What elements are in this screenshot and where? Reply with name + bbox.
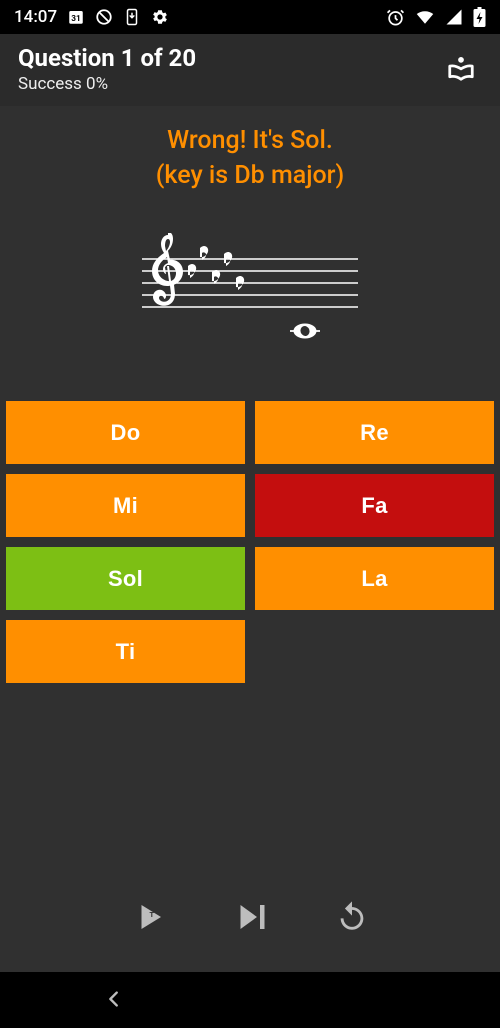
playback-controls: T bbox=[0, 873, 500, 944]
library-reader-icon bbox=[446, 71, 476, 86]
key-signature bbox=[188, 233, 244, 290]
status-bar-right bbox=[386, 7, 486, 27]
status-bar: 14:07 31 bbox=[0, 0, 500, 34]
settings-icon bbox=[151, 8, 169, 26]
answer-label: La bbox=[361, 566, 387, 592]
system-update-icon bbox=[123, 8, 141, 26]
wifi-icon bbox=[415, 8, 435, 26]
calendar-31-icon: 31 bbox=[67, 8, 85, 26]
app-bar: Question 1 of 20 Success 0% bbox=[0, 34, 500, 106]
answer-label: Re bbox=[360, 420, 389, 446]
svg-text:31: 31 bbox=[71, 14, 80, 24]
status-time: 14:07 bbox=[14, 7, 57, 27]
answer-label: Do bbox=[111, 420, 141, 446]
feedback-message: Wrong! It's Sol. (key is Db major) bbox=[0, 124, 500, 193]
replay-icon bbox=[335, 922, 369, 937]
play-icon: T bbox=[131, 923, 167, 938]
do-not-disturb-icon bbox=[95, 8, 113, 26]
answer-la[interactable]: La bbox=[255, 547, 494, 610]
answer-label: Fa bbox=[361, 493, 387, 519]
answer-ti[interactable]: Ti bbox=[6, 620, 245, 683]
play-button[interactable]: T bbox=[125, 893, 173, 944]
status-bar-left: 14:07 31 bbox=[14, 7, 169, 27]
library-button[interactable] bbox=[440, 47, 482, 92]
replay-button[interactable] bbox=[329, 893, 375, 944]
whole-note bbox=[290, 324, 320, 338]
answer-sol[interactable]: Sol bbox=[6, 547, 245, 610]
svg-text:T: T bbox=[149, 910, 154, 919]
chevron-left-icon bbox=[103, 998, 125, 1013]
music-staff bbox=[0, 233, 500, 353]
battery-charging-icon bbox=[473, 7, 486, 27]
feedback-line1: Wrong! It's Sol. bbox=[0, 124, 500, 159]
page-title: Question 1 of 20 bbox=[18, 44, 196, 72]
answer-fa[interactable]: Fa bbox=[255, 474, 494, 537]
alarm-icon bbox=[386, 8, 405, 27]
skip-next-icon bbox=[233, 923, 269, 938]
main-content: Wrong! It's Sol. (key is Db major) bbox=[0, 106, 500, 972]
answer-re[interactable]: Re bbox=[255, 401, 494, 464]
next-button[interactable] bbox=[227, 893, 275, 944]
success-rate: Success 0% bbox=[18, 74, 196, 94]
cell-signal-icon bbox=[445, 8, 463, 26]
answer-do[interactable]: Do bbox=[6, 401, 245, 464]
feedback-line2: (key is Db major) bbox=[0, 159, 500, 194]
answer-grid: Do Re Mi Fa Sol La Ti bbox=[0, 401, 500, 683]
answer-label: Ti bbox=[116, 639, 136, 665]
answer-label: Mi bbox=[113, 493, 138, 519]
answer-mi[interactable]: Mi bbox=[6, 474, 245, 537]
staff-svg bbox=[142, 233, 358, 353]
system-nav-bar bbox=[0, 972, 500, 1028]
answer-label: Sol bbox=[108, 566, 143, 592]
app-bar-text: Question 1 of 20 Success 0% bbox=[18, 44, 196, 94]
nav-back-button[interactable] bbox=[73, 988, 155, 1013]
